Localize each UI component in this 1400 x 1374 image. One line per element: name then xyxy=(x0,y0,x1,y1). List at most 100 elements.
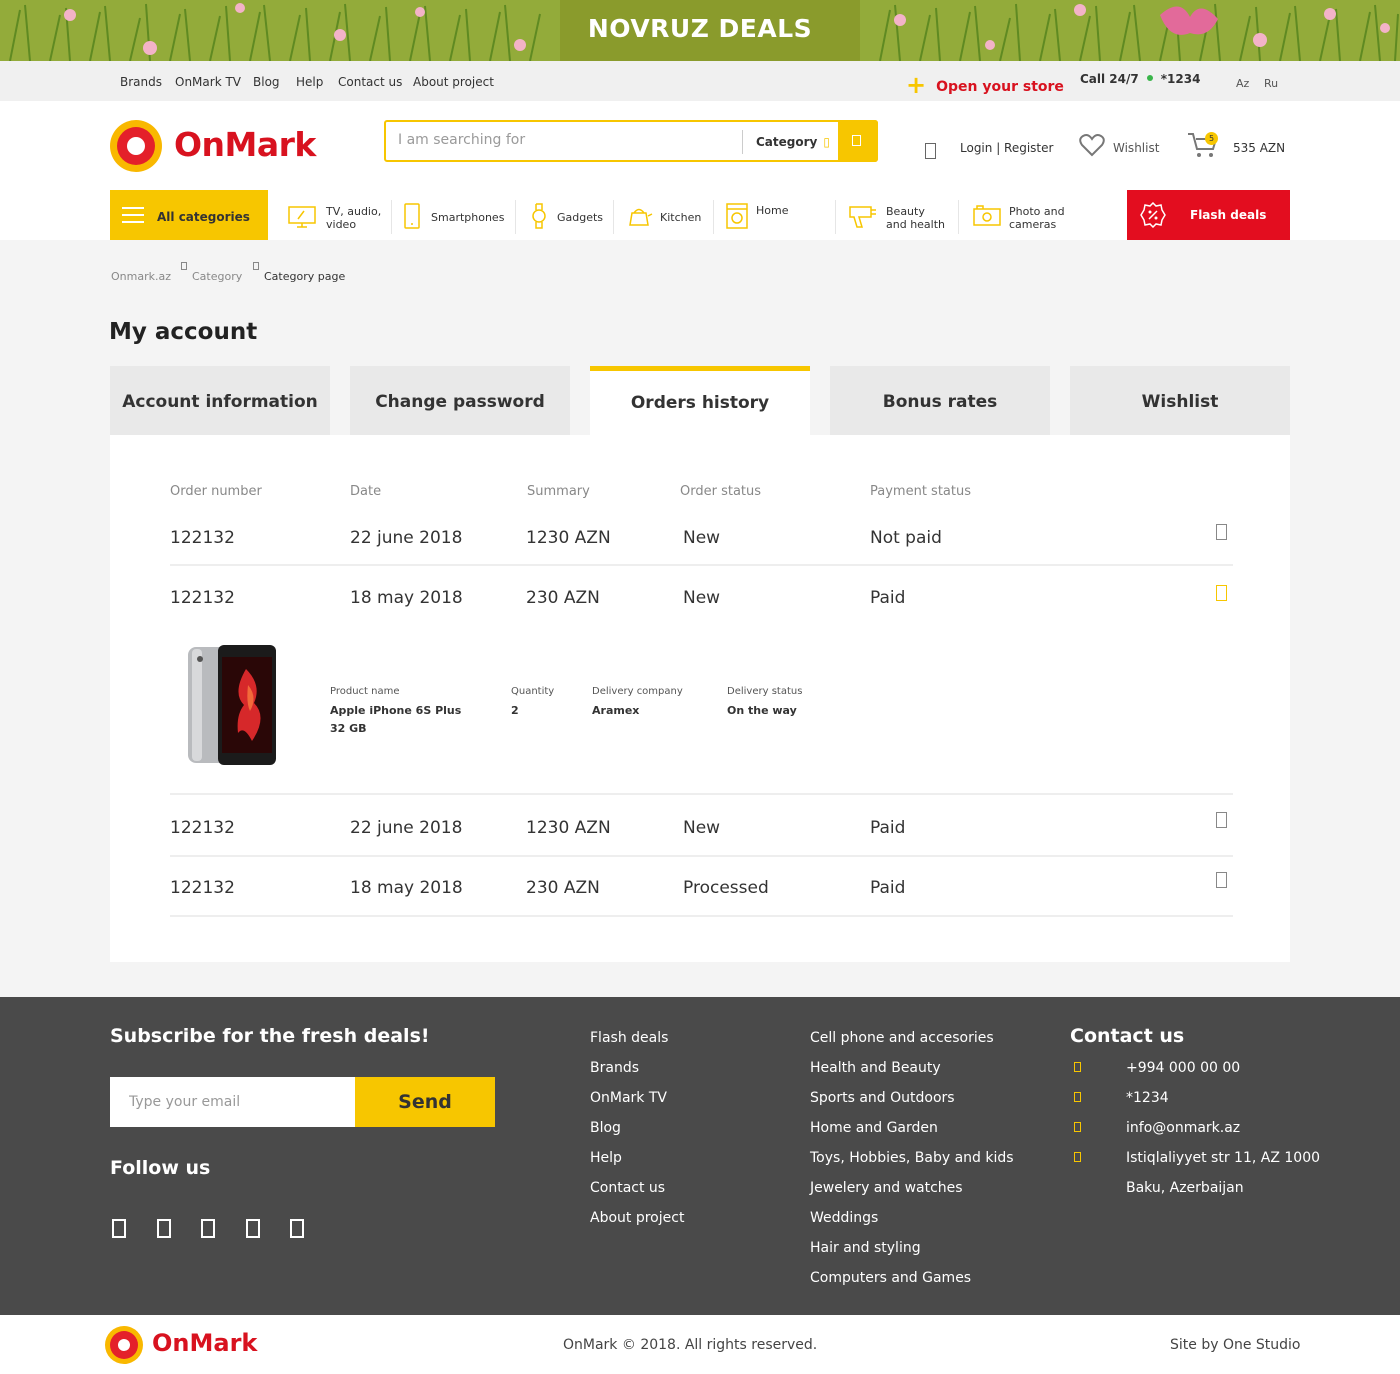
banner-title: NOVRUZ DEALS xyxy=(587,14,813,43)
search-input[interactable] xyxy=(398,132,728,148)
category-kitchen[interactable]: Kitchen xyxy=(626,190,706,240)
category-smartphones[interactable]: Smartphones xyxy=(403,190,513,240)
instagram-icon[interactable] xyxy=(157,1219,171,1238)
tab-change-password[interactable]: Change password xyxy=(350,366,570,435)
twitter-icon[interactable] xyxy=(201,1219,215,1238)
top-link-onmark-tv[interactable]: OnMark TV xyxy=(175,75,241,89)
washing-machine-icon xyxy=(726,203,748,229)
logo-mark-icon[interactable] xyxy=(105,1326,143,1364)
footer-link-about-project[interactable]: About project xyxy=(590,1210,684,1226)
promo-banner[interactable]: NOVRUZ DEALS xyxy=(0,0,1400,61)
tab-account-information[interactable]: Account information xyxy=(110,366,330,435)
footer-link-blog[interactable]: Blog xyxy=(590,1120,621,1136)
category-gadgets[interactable]: Gadgets xyxy=(530,190,610,240)
linkedin-icon[interactable] xyxy=(290,1219,304,1238)
cart-total[interactable]: 535 AZN xyxy=(1233,141,1285,155)
facebook-icon[interactable] xyxy=(112,1219,126,1238)
chevron-up-icon[interactable] xyxy=(1216,585,1227,601)
online-dot-icon xyxy=(1146,75,1153,81)
contact-phone[interactable]: +994 000 00 00 xyxy=(1126,1060,1240,1076)
contact-title: Contact us xyxy=(1070,1025,1185,1047)
top-link-help[interactable]: Help xyxy=(296,75,323,89)
category-label: Photo and cameras xyxy=(1009,205,1065,231)
table-row[interactable]: 122132 18 may 2018 230 AZN Processed Pai… xyxy=(170,870,1233,917)
delivery-company-label: Delivery company xyxy=(592,686,683,697)
footer-category-link[interactable]: Health and Beauty xyxy=(810,1060,941,1076)
footer-category-link[interactable]: Home and Garden xyxy=(810,1120,938,1136)
bottom-bar: OnMark OnMark © 2018. All rights reserve… xyxy=(0,1315,1400,1374)
search-button[interactable] xyxy=(838,120,878,162)
search-category-select[interactable]: Category ▯ xyxy=(756,135,830,149)
footer-link-flash-deals[interactable]: Flash deals xyxy=(590,1030,668,1046)
breadcrumb-current: Category page xyxy=(264,270,346,283)
user-icon[interactable] xyxy=(925,143,936,159)
tab-bonus-rates[interactable]: Bonus rates xyxy=(830,366,1050,435)
email-field[interactable] xyxy=(110,1077,355,1127)
chevron-down-icon[interactable] xyxy=(1216,872,1227,888)
flash-deals-button[interactable]: Flash deals xyxy=(1127,190,1290,240)
wishlist-link[interactable]: Wishlist xyxy=(1113,141,1159,155)
top-link-brands[interactable]: Brands xyxy=(120,75,162,89)
table-row[interactable]: 122132 22 june 2018 1230 AZN New Paid xyxy=(170,810,1233,857)
footer-category-link[interactable]: Toys, Hobbies, Baby and kids xyxy=(810,1150,1014,1166)
order-detail: Product name Apple iPhone 6S Plus 32 GB … xyxy=(170,630,1233,800)
logo[interactable]: OnMark xyxy=(110,120,320,176)
login-register-link[interactable]: Login | Register xyxy=(960,141,1053,155)
all-categories-button[interactable]: All categories xyxy=(110,190,268,240)
lang-ru[interactable]: Ru xyxy=(1264,77,1278,90)
top-link-contact-us[interactable]: Contact us xyxy=(338,75,402,89)
category-photo-cameras[interactable]: Photo and cameras xyxy=(973,190,1073,240)
contact-city: Baku, Azerbaijan xyxy=(1126,1180,1244,1196)
category-divider xyxy=(391,200,392,234)
footer: Subscribe for the fresh deals! Send Foll… xyxy=(0,997,1400,1315)
order-number: 122132 xyxy=(170,878,235,898)
top-link-blog[interactable]: Blog xyxy=(253,75,280,89)
heart-icon[interactable] xyxy=(1079,133,1105,157)
table-row[interactable]: 122132 22 june 2018 1230 AZN New Not pai… xyxy=(170,520,1233,566)
logo-text: OnMark xyxy=(174,125,316,164)
footer-category-link[interactable]: Weddings xyxy=(810,1210,878,1226)
breadcrumb-category[interactable]: Category xyxy=(192,270,242,283)
contact-short-number[interactable]: *1234 xyxy=(1126,1090,1169,1106)
contact-email[interactable]: info@onmark.az xyxy=(1126,1120,1240,1136)
youtube-icon[interactable] xyxy=(246,1219,260,1238)
tab-wishlist[interactable]: Wishlist xyxy=(1070,366,1290,435)
chevron-down-icon[interactable] xyxy=(1216,524,1227,540)
search-bar: Category ▯ xyxy=(384,120,878,162)
order-summary: 1230 AZN xyxy=(526,818,611,838)
category-label: Smartphones xyxy=(431,211,505,224)
footer-logo-text[interactable]: OnMark xyxy=(152,1329,257,1357)
open-store-link[interactable]: + Open your store xyxy=(906,71,1064,99)
delivery-company-value: Aramex xyxy=(592,704,640,717)
top-link-about-project[interactable]: About project xyxy=(413,75,494,89)
footer-category-link[interactable]: Jewelery and watches xyxy=(810,1180,963,1196)
category-home[interactable]: Home xyxy=(726,190,826,240)
footer-link-onmark-tv[interactable]: OnMark TV xyxy=(590,1090,667,1106)
lang-az[interactable]: Az xyxy=(1236,77,1249,90)
column-header-summary: Summary xyxy=(527,484,590,499)
category-tv-audio-video[interactable]: TV, audio, video xyxy=(288,190,388,240)
top-bar: Brands OnMark TV Blog Help Contact us Ab… xyxy=(0,61,1400,101)
camera-icon xyxy=(973,205,1001,226)
footer-link-help[interactable]: Help xyxy=(590,1150,622,1166)
category-divider xyxy=(958,200,959,234)
breadcrumb-home[interactable]: Onmark.az xyxy=(111,270,171,283)
order-summary: 1230 AZN xyxy=(526,528,611,548)
footer-category-link[interactable]: Hair and styling xyxy=(810,1240,921,1256)
send-button[interactable]: Send xyxy=(355,1077,495,1127)
category-beauty-health[interactable]: Beauty and health xyxy=(849,190,949,240)
site-by-link[interactable]: Site by One Studio xyxy=(1170,1337,1301,1353)
footer-category-link[interactable]: Computers and Games xyxy=(810,1270,971,1286)
percent-badge-icon xyxy=(1140,202,1166,228)
footer-link-brands[interactable]: Brands xyxy=(590,1060,639,1076)
tab-orders-history[interactable]: Orders history xyxy=(590,366,810,435)
location-icon xyxy=(1074,1152,1081,1162)
call-number: *1234 xyxy=(1160,72,1201,86)
footer-link-contact-us[interactable]: Contact us xyxy=(590,1180,665,1196)
order-status: Processed xyxy=(683,878,769,898)
order-status: New xyxy=(683,588,721,608)
chevron-down-icon[interactable] xyxy=(1216,812,1227,828)
footer-category-link[interactable]: Cell phone and accesories xyxy=(810,1030,994,1046)
category-label: TV, audio, video xyxy=(326,205,382,231)
footer-category-link[interactable]: Sports and Outdoors xyxy=(810,1090,955,1106)
